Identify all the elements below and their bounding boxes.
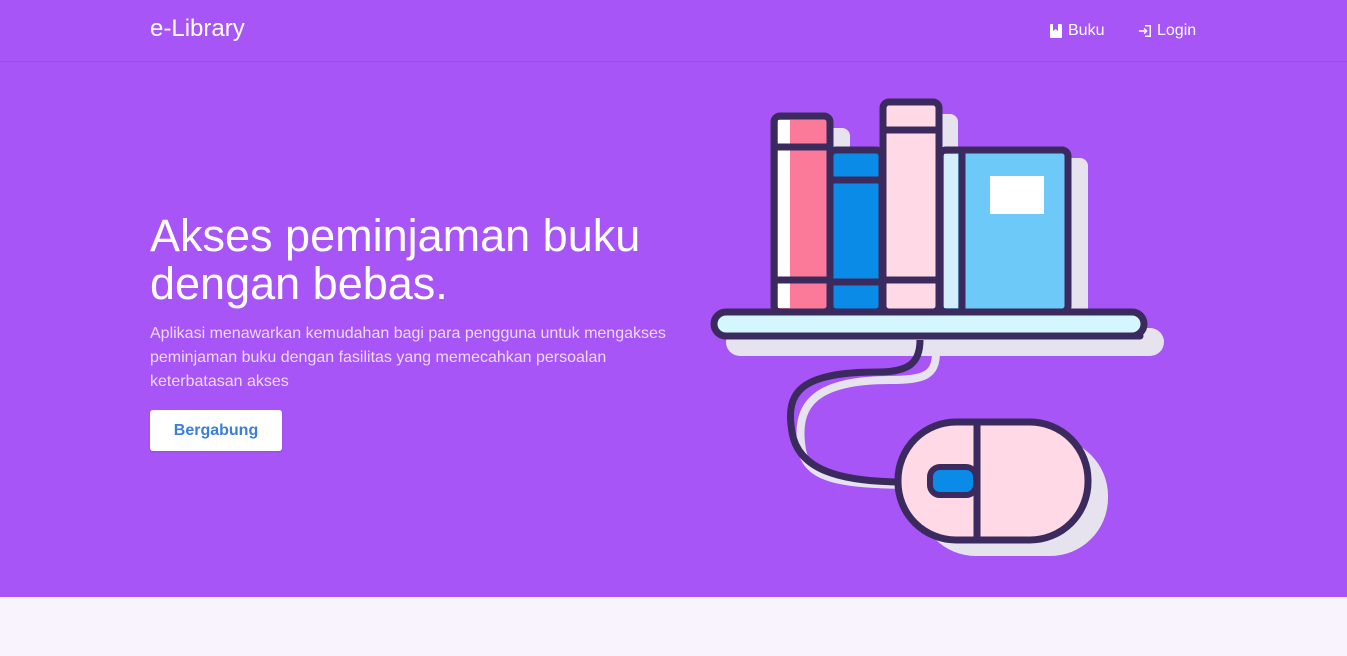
nav-link-books-label: Buku	[1068, 22, 1105, 39]
books-on-shelf-with-mouse-illustration	[700, 90, 1180, 570]
navbar: e-Library Buku Login	[0, 0, 1347, 62]
join-button[interactable]: Bergabung	[150, 410, 282, 451]
hero-subtitle: Aplikasi menawarkan kemudahan bagi para …	[150, 325, 666, 390]
nav-link-login[interactable]: Login	[1138, 22, 1196, 40]
book-icon	[1049, 24, 1063, 38]
login-icon	[1138, 24, 1152, 38]
brand-logo[interactable]: e-Library	[150, 15, 245, 43]
hero-title: Akses peminjaman buku dengan bebas.	[150, 210, 641, 309]
nav-link-login-label: Login	[1157, 22, 1197, 39]
nav-link-books[interactable]: Buku	[1049, 22, 1104, 40]
